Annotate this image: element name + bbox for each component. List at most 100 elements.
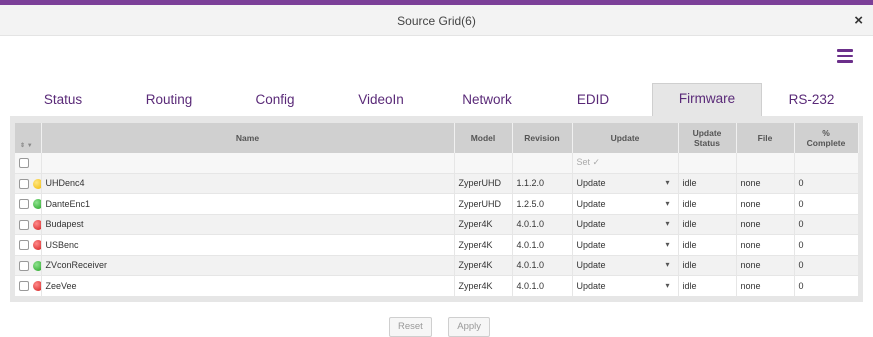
- row-checkbox[interactable]: [19, 199, 29, 210]
- update-dropdown[interactable]: Update ▾: [572, 255, 679, 276]
- reset-button[interactable]: Reset: [389, 317, 432, 337]
- device-name: UHDenc4: [41, 173, 455, 194]
- update-dropdown-value: Update: [576, 239, 606, 250]
- update-column-header[interactable]: Update: [572, 123, 679, 153]
- title-bar: Source Grid(6) ×: [0, 5, 873, 36]
- update-dropdown[interactable]: Update ▾: [572, 275, 679, 297]
- device-model: ZyperUHD: [454, 173, 513, 194]
- status-dot-icon: [33, 178, 40, 189]
- device-model: Zyper4K: [454, 234, 513, 256]
- update-status: idle: [678, 193, 737, 215]
- file-value: none: [736, 214, 795, 235]
- status-dot-icon: [33, 199, 40, 210]
- update-status: idle: [678, 275, 737, 297]
- device-revision: 4.0.1.0: [512, 255, 573, 276]
- file-value: none: [736, 275, 795, 297]
- tab-network[interactable]: Network: [434, 85, 540, 115]
- percent-complete: 0: [794, 214, 859, 235]
- percent-complete: 0: [794, 234, 859, 256]
- device-name: ZeeVee: [41, 275, 455, 297]
- update-status: idle: [678, 255, 737, 276]
- tab-edid[interactable]: EDID: [540, 85, 646, 115]
- tab-bar: Status Routing Config VideoIn Network ED…: [10, 83, 863, 116]
- status-dot-icon: [33, 260, 40, 271]
- percent-complete-column-header[interactable]: % Complete: [794, 123, 859, 153]
- percent-complete: 0: [794, 193, 859, 215]
- update-dropdown-value: Update: [576, 260, 606, 271]
- tab-rs232[interactable]: RS-232: [760, 85, 863, 115]
- update-dropdown-value: Update: [576, 198, 606, 209]
- dropdown-caret-icon: ▾: [665, 280, 670, 290]
- update-status: idle: [678, 234, 737, 256]
- tab-config[interactable]: Config: [222, 85, 328, 115]
- row-checkbox[interactable]: [19, 219, 29, 230]
- update-dropdown-value: Update: [576, 280, 606, 291]
- row-checkbox[interactable]: [19, 240, 29, 251]
- tab-firmware[interactable]: Firmware: [652, 83, 762, 116]
- device-revision: 4.0.1.0: [512, 214, 573, 235]
- device-revision: 1.1.2.0: [512, 173, 573, 194]
- file-value: none: [736, 193, 795, 215]
- percent-complete: 0: [794, 255, 859, 276]
- status-dot-icon: [33, 281, 40, 292]
- file-value: none: [736, 255, 795, 276]
- tab-routing[interactable]: Routing: [116, 85, 222, 115]
- update-dropdown-value: Update: [576, 219, 606, 230]
- device-name: Budapest: [41, 214, 455, 235]
- device-revision: 4.0.1.0: [512, 275, 573, 297]
- dropdown-caret-icon: ▾: [665, 178, 670, 188]
- dropdown-caret-icon: ▾: [665, 219, 670, 229]
- device-model: Zyper4K: [454, 255, 513, 276]
- action-buttons: Reset Apply: [389, 316, 502, 337]
- filter-row: Set ✓: [15, 153, 859, 174]
- percent-complete: 0: [794, 275, 859, 297]
- update-set-button[interactable]: Set ✓: [572, 153, 679, 174]
- source-grid-table: ⇕ ▼ Name Model Revision Update Update Sta…: [15, 123, 859, 297]
- row-checkbox[interactable]: [19, 178, 29, 189]
- table-row[interactable]: ZVconReceiver Zyper4K 4.0.1.0 Update ▾ idle no…: [15, 255, 859, 276]
- percent-complete: 0: [794, 173, 859, 194]
- update-status: idle: [678, 173, 737, 194]
- file-value: none: [736, 173, 795, 194]
- tab-status[interactable]: Status: [10, 85, 116, 115]
- file-value: none: [736, 234, 795, 256]
- table-row[interactable]: ZeeVee Zyper4K 4.0.1.0 Update ▾ idle none 0: [15, 275, 859, 297]
- dropdown-caret-icon: ▾: [665, 239, 670, 249]
- device-model: ZyperUHD: [454, 193, 513, 215]
- name-column-header[interactable]: Name: [41, 123, 455, 153]
- device-revision: 1.2.5.0: [512, 193, 573, 215]
- table-row[interactable]: USBenc Zyper4K 4.0.1.0 Update ▾ idle none 0: [15, 234, 859, 256]
- select-all-checkbox[interactable]: [19, 158, 29, 169]
- device-revision: 4.0.1.0: [512, 234, 573, 256]
- close-icon[interactable]: ×: [854, 12, 863, 29]
- device-name: USBenc: [41, 234, 455, 256]
- table-row[interactable]: UHDenc4 ZyperUHD 1.1.2.0 Update ▾ idle none 0: [15, 173, 859, 194]
- device-model: Zyper4K: [454, 214, 513, 235]
- table-row[interactable]: Budapest Zyper4K 4.0.1.0 Update ▾ idle none 0: [15, 214, 859, 235]
- tab-videoin[interactable]: VideoIn: [328, 85, 434, 115]
- update-dropdown[interactable]: Update ▾: [572, 234, 679, 256]
- window-title: Source Grid(6): [397, 14, 476, 28]
- row-checkbox[interactable]: [19, 260, 29, 271]
- device-name: DanteEnc1: [41, 193, 455, 215]
- dropdown-caret-icon: ▾: [665, 198, 670, 208]
- update-dropdown[interactable]: Update ▾: [572, 173, 679, 194]
- hamburger-menu-icon[interactable]: [837, 49, 853, 63]
- device-model: Zyper4K: [454, 275, 513, 297]
- update-status-column-header[interactable]: Update Status: [678, 123, 737, 153]
- row-checkbox[interactable]: [19, 281, 29, 292]
- update-status: idle: [678, 214, 737, 235]
- firmware-grid-panel: ⇕ ▼ Name Model Revision Update Update Sta…: [10, 116, 863, 302]
- update-dropdown[interactable]: Update ▾: [572, 193, 679, 215]
- table-header-row: ⇕ ▼ Name Model Revision Update Update Sta…: [15, 123, 859, 153]
- select-column-header[interactable]: ⇕ ▼: [15, 123, 42, 153]
- update-dropdown-value: Update: [576, 178, 606, 189]
- revision-column-header[interactable]: Revision: [512, 123, 573, 153]
- dropdown-caret-icon: ▾: [665, 260, 670, 270]
- status-dot-icon: [33, 219, 40, 230]
- table-row[interactable]: DanteEnc1 ZyperUHD 1.2.5.0 Update ▾ idle none 0: [15, 193, 859, 215]
- model-column-header[interactable]: Model: [454, 123, 513, 153]
- apply-button[interactable]: Apply: [448, 317, 491, 337]
- file-column-header[interactable]: File: [736, 123, 795, 153]
- update-dropdown[interactable]: Update ▾: [572, 214, 679, 235]
